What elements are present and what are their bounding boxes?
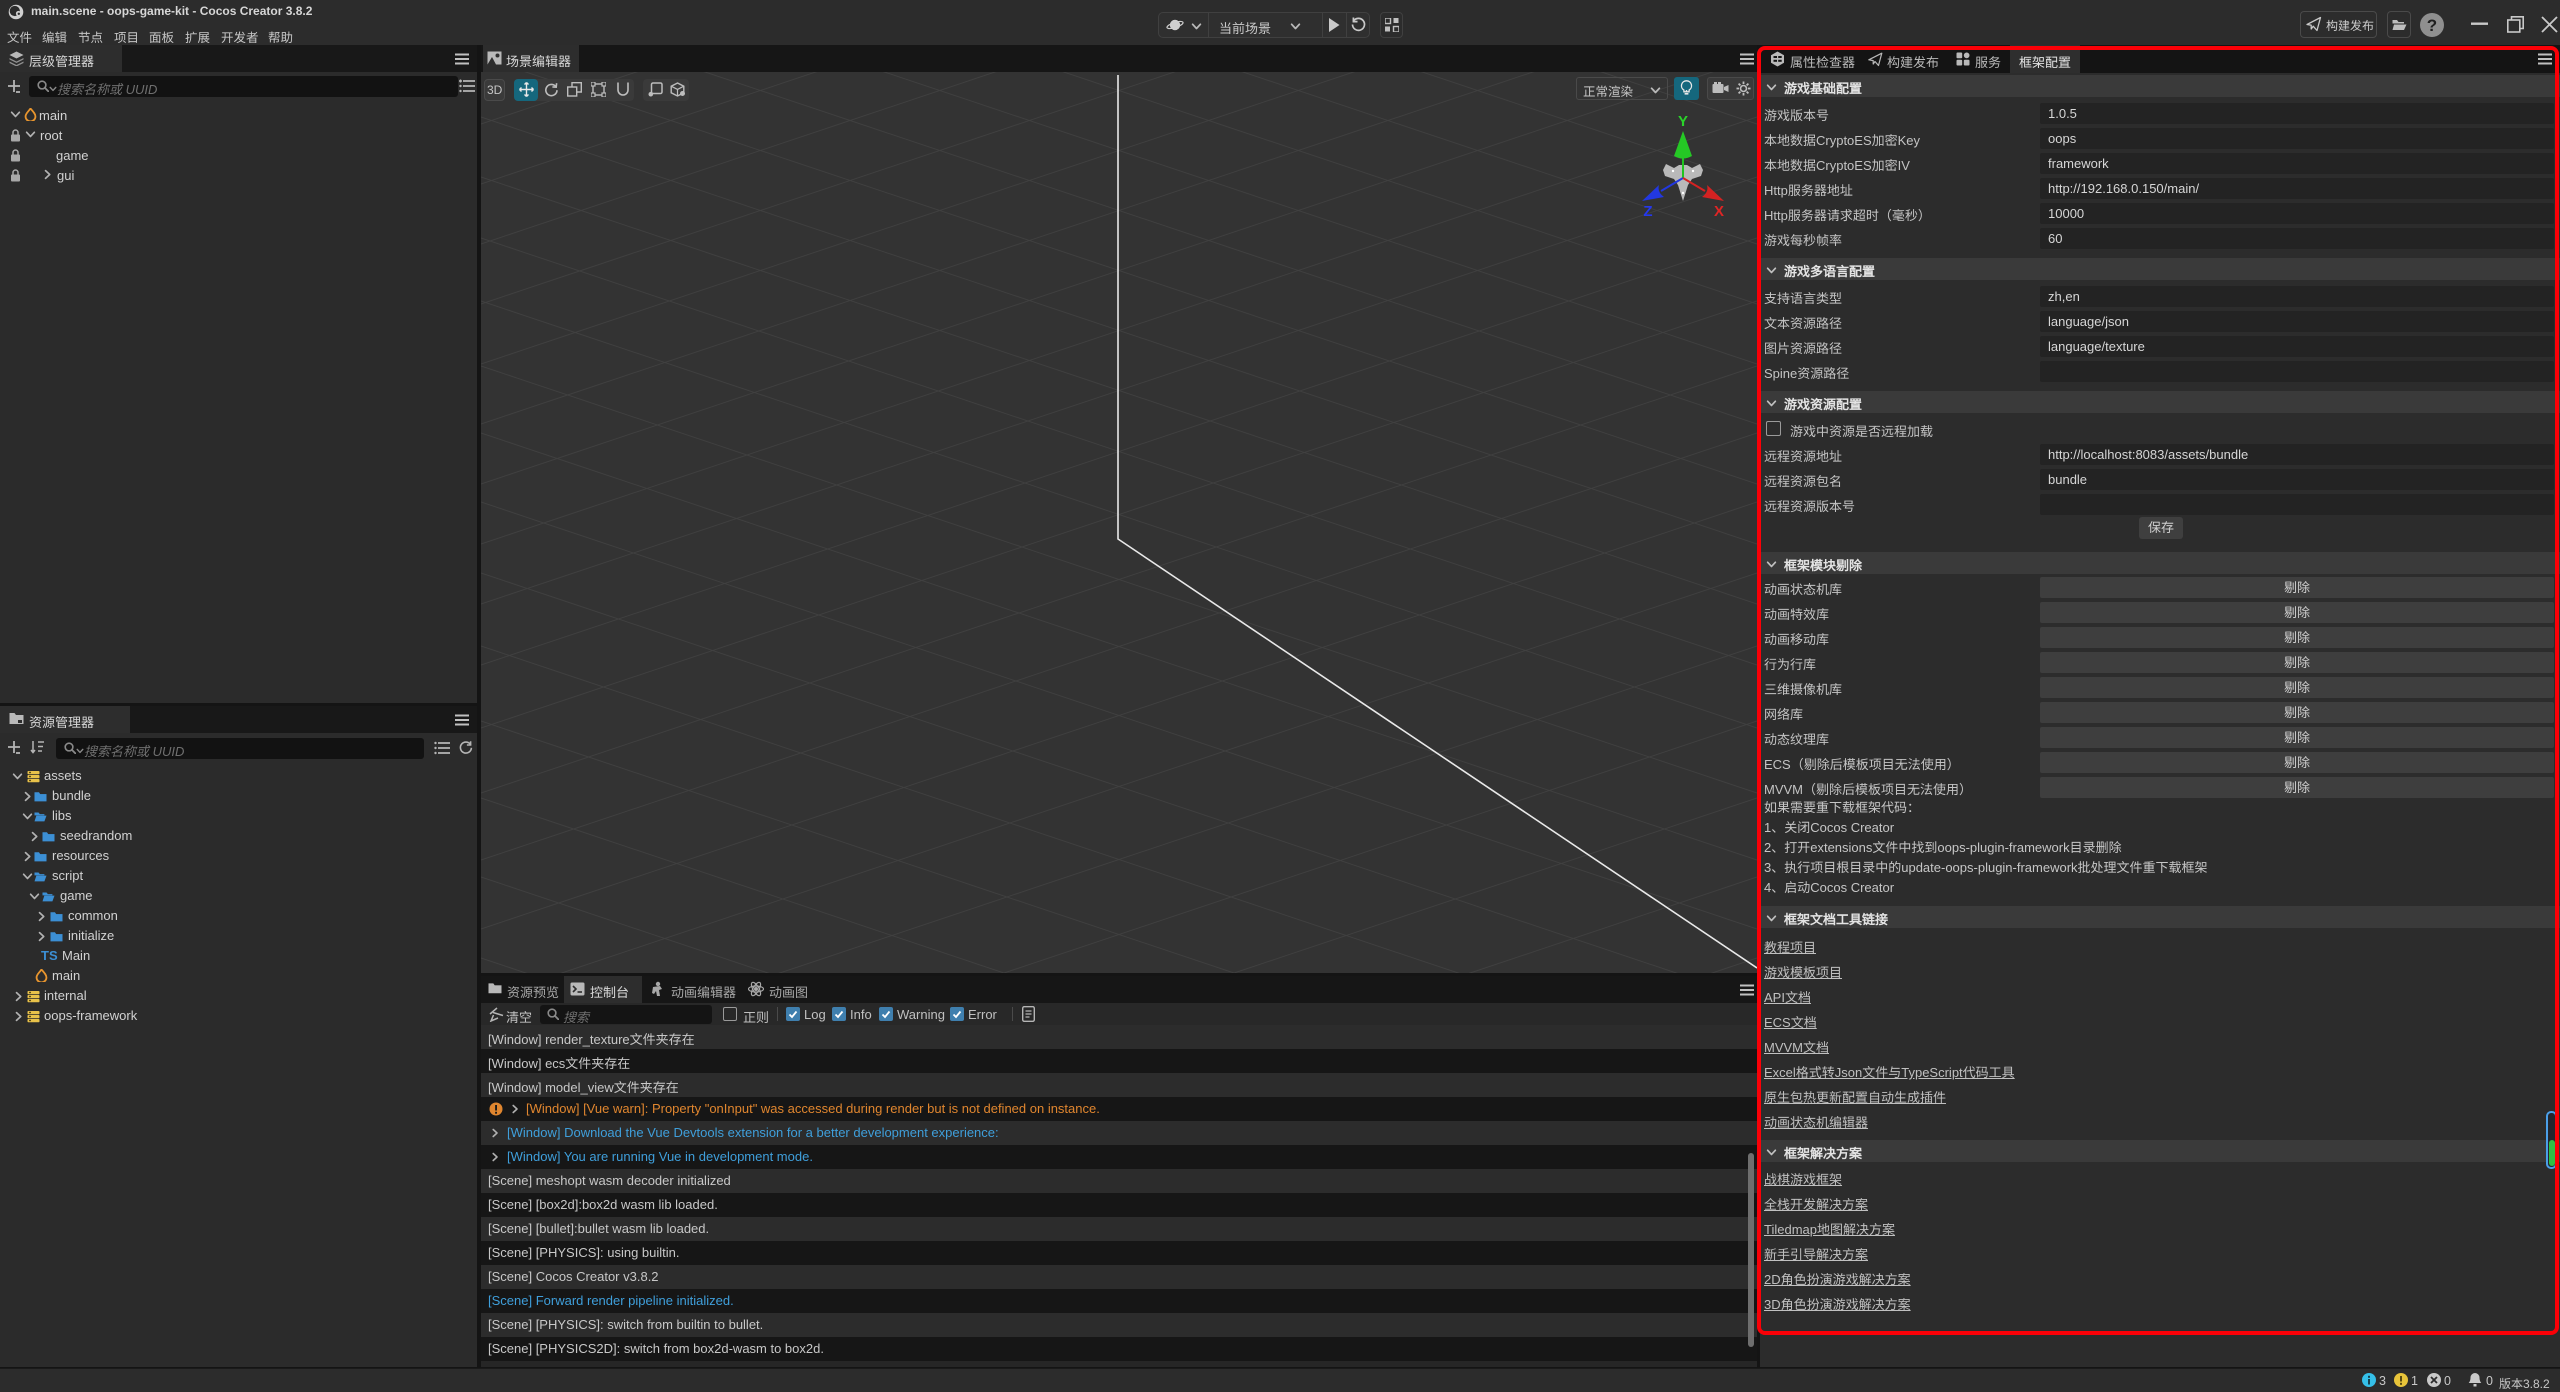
svg-text:X: X [1714, 203, 1724, 220]
svg-text:Y: Y [1678, 113, 1688, 130]
svg-text:?: ? [2427, 16, 2437, 35]
svg-text:Z: Z [1643, 203, 1652, 220]
